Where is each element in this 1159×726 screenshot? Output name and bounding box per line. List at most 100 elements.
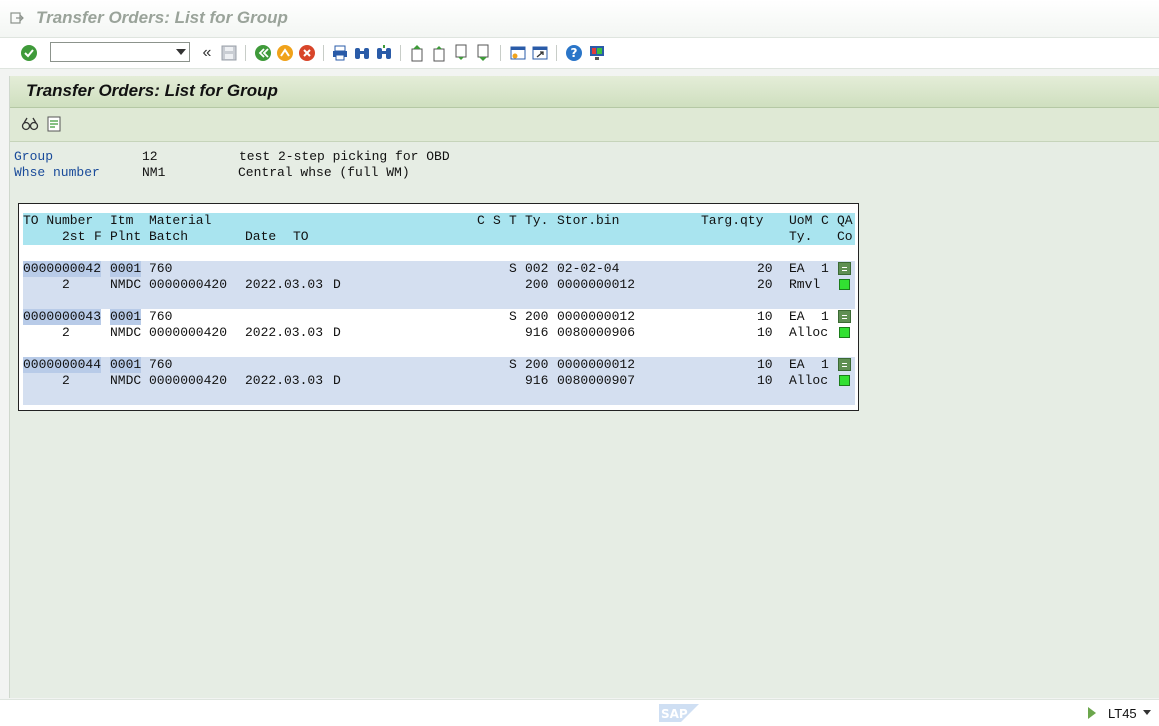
itm-link[interactable]: 0001 [110,261,142,277]
col-targ-qty: Targ.qty [701,213,764,228]
col-stor-bin: Stor.bin [557,213,620,228]
next-page-icon[interactable] [452,43,472,63]
standard-toolbar: « ? [0,38,1159,69]
exit-icon[interactable] [275,43,295,63]
application-toolbar [10,108,1159,142]
customize-layout-icon[interactable] [587,43,607,63]
create-session-icon[interactable] [508,43,528,63]
svg-text:SAP: SAP [661,707,688,721]
table-row: 2 NMDC 0000000420 2022.03.03 D 916 00800… [23,373,855,389]
last-page-icon[interactable] [474,43,494,63]
table-row[interactable]: 0000000042 0001 760 S 002 02-02-04 20 EA… [23,261,855,277]
uom: EA [789,261,805,276]
glasses-display-icon[interactable] [20,114,40,134]
column-header-row-1: TO Number Itm Material C S T Ty. Stor.bi… [23,213,855,229]
double-chevron-left-icon[interactable]: « [197,43,217,63]
storage-bin: 0000000012 [557,357,636,372]
second-step: 2 [62,277,70,292]
qa-details-icon[interactable] [838,310,851,323]
col-date: Date [245,229,277,244]
material: 760 [149,357,173,372]
help-icon[interactable]: ? [564,43,584,63]
target-qty: 20 [757,261,773,276]
qa-details-icon[interactable] [838,262,851,275]
whse-description: Central whse (full WM) [238,165,410,180]
toolbar-separator [500,45,501,61]
previous-page-icon[interactable] [430,43,450,63]
page-header: Transfer Orders: List for Group [10,76,1159,108]
material: 760 [149,309,173,324]
to-number-link[interactable]: 0000000043 [23,309,102,325]
storage-type: 200 [525,309,549,324]
col-qa: QA [837,213,853,228]
date: 2022.03.03 [245,325,324,340]
qa-status-ok-icon [839,279,850,290]
col-f: F [94,229,102,244]
qa-details-icon[interactable] [838,358,851,371]
command-input[interactable] [53,44,175,62]
dest-storage-type: 200 [525,277,549,292]
col-batch: Batch [149,229,189,244]
page-title: Transfer Orders: List for Group [26,81,278,100]
to-number-link[interactable]: 0000000044 [23,357,102,373]
col-to-number: TO Number [23,213,94,228]
select-document-icon[interactable] [44,114,64,134]
table-row[interactable]: 0000000043 0001 760 S 200 0000000012 10 … [23,309,855,325]
toolbar-separator [556,45,557,61]
itm-link[interactable]: 0001 [110,357,142,373]
date: 2022.03.03 [245,277,324,292]
group-label: Group [14,149,54,164]
dest-qty: 10 [757,373,773,388]
dest-qty: 10 [757,325,773,340]
storage-bin: 0000000012 [557,309,636,324]
command-field[interactable] [50,42,190,62]
table-row: 2 NMDC 0000000420 2022.03.03 D 916 00800… [23,325,855,341]
c-value: 1 [821,357,829,372]
type-text: Alloc [789,373,829,388]
table-row[interactable]: 0000000044 0001 760 S 200 0000000012 10 … [23,357,855,373]
batch: 0000000420 [149,373,228,388]
column-header-row-2: 2st F Plnt Batch Date TO Ty. Co [23,229,855,245]
table-row: 2 NMDC 0000000420 2022.03.03 D 200 00000… [23,277,855,293]
itm-link[interactable]: 0001 [110,309,142,325]
first-page-icon[interactable] [408,43,428,63]
enter-checkmark-icon[interactable] [19,43,39,63]
row-spacer [23,293,855,309]
chevron-down-icon[interactable] [1143,710,1151,715]
toolbar-separator [245,45,246,61]
print-icon[interactable] [330,43,350,63]
plant: NMDC [110,277,142,292]
row-spacer [23,389,855,405]
type-text: Rmvl [789,277,821,292]
find-icon[interactable] [352,43,372,63]
chevron-down-icon[interactable] [176,49,186,55]
target-qty: 10 [757,357,773,372]
generate-shortcut-icon[interactable] [530,43,550,63]
col-to: TO [293,229,309,244]
transfer-order-list: TO Number Itm Material C S T Ty. Stor.bi… [18,203,859,411]
play-icon[interactable] [1088,707,1096,719]
dest-storage-bin: 0080000907 [557,373,636,388]
transaction-code: LT45 [1108,706,1137,721]
storage-type: 002 [525,261,549,276]
find-next-icon[interactable] [374,43,394,63]
second-step: 2 [62,325,70,340]
menu-icon[interactable] [10,11,24,25]
save-icon[interactable] [219,43,239,63]
group-value: 12 [142,149,158,164]
to-flag: D [333,277,341,292]
cancel-icon[interactable] [297,43,317,63]
qa-status-ok-icon [839,375,850,386]
col-itm: Itm [110,213,134,228]
col-plnt: Plnt [110,229,142,244]
status-bar: SAP LT45 [0,699,1159,726]
plant: NMDC [110,325,142,340]
col-c: C [477,213,485,228]
to-number-link[interactable]: 0000000042 [23,261,102,277]
sap-logo: SAP [659,704,699,722]
col-c2: C [821,213,829,228]
svg-text:?: ? [571,46,578,60]
col-t: T [509,213,517,228]
back-icon[interactable] [253,43,273,63]
dest-storage-bin: 0080000906 [557,325,636,340]
